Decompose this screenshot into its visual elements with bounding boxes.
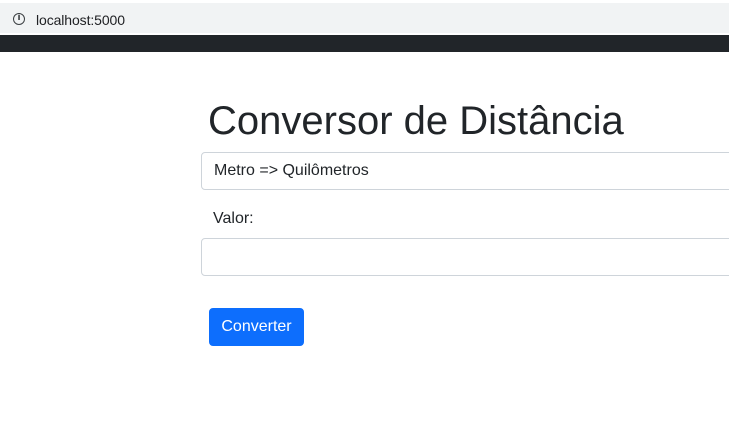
conversion-select-value: Metro => Quilômetros [214, 162, 369, 179]
value-label: Valor: [213, 210, 254, 227]
value-input[interactable] [201, 238, 729, 276]
browser-address-bar: i localhost:5000 [0, 0, 729, 35]
page-title: Conversor de Distância [208, 99, 624, 143]
convert-button[interactable]: Converter [209, 308, 304, 346]
url-field[interactable]: i localhost:5000 [0, 3, 729, 33]
url-text: localhost:5000 [36, 12, 125, 28]
top-navbar [0, 35, 729, 52]
info-icon[interactable]: i [13, 13, 25, 25]
conversion-select[interactable]: Metro => Quilômetros [201, 152, 729, 190]
